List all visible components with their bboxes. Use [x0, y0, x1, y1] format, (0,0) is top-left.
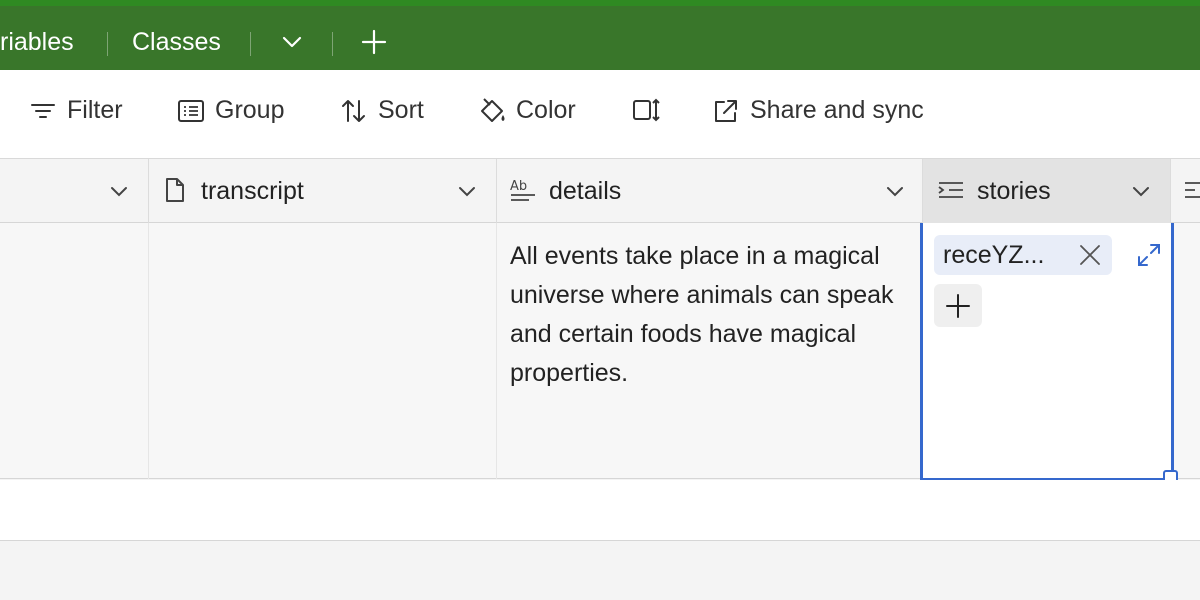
chevron-down-icon[interactable]	[455, 179, 479, 203]
plus-icon	[946, 294, 970, 318]
column-label: stories	[977, 177, 1051, 205]
share-icon	[715, 99, 737, 122]
tab-separator	[107, 32, 108, 56]
column-header-details[interactable]: Ab details	[497, 159, 923, 223]
sort-button[interactable]: Sort	[340, 96, 424, 125]
view-toolbar: Filter Group Sort Color Share and sync	[0, 70, 1200, 159]
sort-icon	[342, 99, 365, 122]
table-cell[interactable]	[0, 223, 149, 479]
long-text-icon: Ab	[510, 179, 535, 201]
field-type-icon	[1185, 182, 1200, 198]
close-icon[interactable]	[1078, 243, 1102, 267]
share-and-sync-button[interactable]: Share and sync	[712, 96, 924, 125]
filter-icon	[31, 103, 55, 118]
chevron-down-icon[interactable]	[883, 179, 907, 203]
color-icon	[481, 97, 505, 122]
color-button[interactable]: Color	[478, 96, 576, 125]
column-header-stories[interactable]: stories	[923, 159, 1171, 223]
chevron-down-icon[interactable]	[278, 28, 306, 56]
add-tab-plus-icon[interactable]	[360, 28, 388, 56]
column-header-row: transcript Ab details stories	[0, 159, 1200, 223]
group-button[interactable]: Group	[177, 96, 284, 125]
column-header-transcript[interactable]: transcript	[149, 159, 497, 223]
column-header-partial[interactable]	[0, 159, 149, 223]
linked-record-icon	[938, 182, 963, 198]
color-label: Color	[516, 96, 576, 124]
tab-separator	[332, 32, 333, 56]
chip-label: receYZ...	[943, 240, 1045, 269]
column-header-next[interactable]	[1171, 159, 1200, 223]
document-icon	[166, 178, 184, 202]
group-label: Group	[215, 96, 285, 124]
linked-record-chip[interactable]: receYZ...	[934, 235, 1112, 275]
expand-icon[interactable]	[1136, 242, 1162, 268]
chevron-down-icon[interactable]	[107, 179, 131, 203]
tab-classes[interactable]: Classes	[132, 28, 221, 57]
column-label: details	[549, 177, 622, 205]
tab-separator	[250, 32, 251, 56]
filter-button[interactable]: Filter	[29, 96, 123, 125]
add-linked-record-button[interactable]	[934, 284, 982, 327]
group-icon	[178, 99, 204, 122]
column-label: transcript	[201, 177, 304, 205]
table-cell-transcript[interactable]	[149, 223, 497, 479]
top-tab-bar: riables Classes	[0, 0, 1200, 70]
table-cell-details[interactable]: All events take place in a magical unive…	[497, 223, 923, 479]
chevron-down-icon[interactable]	[1129, 179, 1153, 203]
row-height-icon	[633, 98, 660, 122]
share-label: Share and sync	[750, 96, 924, 124]
row-height-button[interactable]	[632, 96, 660, 124]
svg-text:Ab: Ab	[510, 179, 527, 194]
add-row-area[interactable]	[0, 480, 1200, 541]
table-cell-stories-selected[interactable]: receYZ...	[920, 223, 1174, 481]
filter-label: Filter	[67, 96, 123, 124]
grid-footer	[0, 541, 1200, 600]
tab-variables[interactable]: riables	[0, 28, 74, 57]
details-text: All events take place in a magical unive…	[510, 242, 894, 387]
sort-label: Sort	[378, 96, 424, 124]
